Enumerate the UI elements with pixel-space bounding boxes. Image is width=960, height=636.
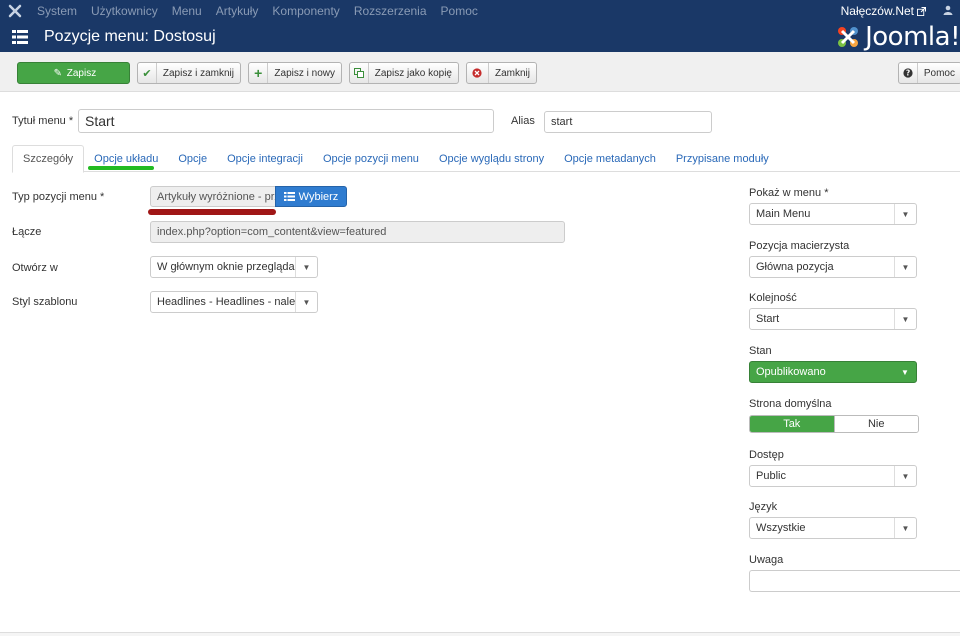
access-label: Dostęp bbox=[749, 449, 784, 461]
green-underline-marker bbox=[88, 166, 154, 170]
menu-help[interactable]: Pomoc bbox=[434, 0, 485, 22]
template-style-select[interactable]: Headlines - Headlines - nalec... ▼ bbox=[150, 291, 318, 313]
save-copy-button[interactable]: Zapisz jako kopię bbox=[349, 62, 459, 84]
menu-system[interactable]: System bbox=[30, 0, 84, 22]
order-label: Kolejność bbox=[749, 292, 797, 304]
top-menu: System Użytkownicy Menu Artykuły Kompone… bbox=[30, 0, 485, 22]
site-link[interactable]: Nałęczów.Net bbox=[841, 4, 926, 18]
list-icon bbox=[12, 30, 42, 44]
save-new-button[interactable]: + Zapisz i nowy bbox=[248, 62, 342, 84]
menu-content[interactable]: Artykuły bbox=[209, 0, 266, 22]
tab-bar: Szczegóły Opcje układu Opcje Opcje integ… bbox=[12, 145, 960, 173]
plus-icon: + bbox=[249, 63, 269, 83]
language-label: Język bbox=[749, 501, 778, 513]
note-label: Uwaga bbox=[749, 554, 784, 566]
joomla-flower-icon bbox=[838, 27, 859, 47]
caret-down-icon: ▼ bbox=[894, 257, 916, 277]
caret-down-icon: ▼ bbox=[894, 518, 916, 538]
top-navbar: System Użytkownicy Menu Artykuły Kompone… bbox=[0, 0, 960, 22]
question-icon: ? bbox=[899, 63, 918, 83]
status-select[interactable]: Opublikowano ▼ bbox=[749, 361, 917, 383]
footer-divider bbox=[0, 632, 960, 636]
tab-page-display[interactable]: Opcje wyglądu strony bbox=[429, 145, 554, 172]
target-label: Otwórz w bbox=[12, 262, 58, 274]
tab-metadata[interactable]: Opcje metadanych bbox=[554, 145, 666, 172]
caret-down-icon: ▼ bbox=[894, 466, 916, 486]
site-name: Nałęczów.Net bbox=[840, 4, 914, 18]
svg-text:?: ? bbox=[906, 69, 910, 78]
list-icon bbox=[283, 192, 295, 201]
home-label: Strona domyślna bbox=[749, 398, 832, 410]
target-select[interactable]: W głównym oknie przeglądarki ▼ bbox=[150, 256, 318, 278]
caret-down-icon: ▼ bbox=[901, 367, 909, 377]
select-type-button[interactable]: Wybierz bbox=[275, 186, 347, 207]
cancel-icon bbox=[467, 63, 489, 83]
copy-icon bbox=[350, 63, 369, 83]
tab-options[interactable]: Opcje bbox=[168, 145, 217, 172]
language-select[interactable]: Wszystkie ▼ bbox=[749, 517, 917, 539]
tab-modules[interactable]: Przypisane moduły bbox=[666, 145, 779, 172]
save-close-button[interactable]: ✔ Zapisz i zamknij bbox=[137, 62, 241, 84]
order-select[interactable]: Start ▼ bbox=[749, 308, 917, 330]
check-icon: ✔ bbox=[138, 63, 157, 83]
note-input[interactable] bbox=[749, 570, 960, 592]
parent-label: Pozycja macierzysta bbox=[749, 240, 850, 252]
help-button[interactable]: ? Pomoc bbox=[898, 62, 960, 84]
close-button[interactable]: Zamknij bbox=[466, 62, 537, 84]
link-label: Łącze bbox=[12, 226, 42, 238]
home-no-button[interactable]: Nie bbox=[833, 416, 918, 432]
page-title: Pozycje menu: Dostosuj bbox=[44, 28, 216, 45]
user-icon[interactable] bbox=[938, 5, 958, 18]
toolbar: ✎ Zapisz ✔ Zapisz i zamknij + Zapisz i n… bbox=[0, 52, 960, 92]
edit-icon: ✎ bbox=[53, 67, 62, 79]
caret-down-icon: ▼ bbox=[295, 257, 317, 277]
menu-label: Pokaż w menu * bbox=[749, 187, 829, 199]
tab-details[interactable]: Szczegóły bbox=[12, 145, 85, 173]
page-header: Pozycje menu: Dostosuj Joomla! bbox=[0, 22, 960, 52]
menu-select[interactable]: Main Menu ▼ bbox=[749, 203, 917, 225]
link-input: index.php?option=com_content&view=featur… bbox=[150, 221, 565, 243]
joomla-logo-icon[interactable] bbox=[0, 0, 30, 22]
caret-down-icon: ▼ bbox=[894, 204, 916, 224]
parent-select[interactable]: Główna pozycja ▼ bbox=[749, 256, 917, 278]
status-label: Stan bbox=[749, 345, 772, 357]
menu-users[interactable]: Użytkownicy bbox=[84, 0, 165, 22]
alias-input[interactable]: start bbox=[544, 111, 712, 133]
style-label: Styl szablonu bbox=[12, 296, 78, 308]
external-link-icon bbox=[917, 6, 926, 16]
title-input[interactable]: Start bbox=[78, 109, 494, 133]
joomla-wordmark: Joomla! bbox=[865, 22, 960, 52]
tab-link-options[interactable]: Opcje pozycji menu bbox=[313, 145, 429, 172]
access-select[interactable]: Public ▼ bbox=[749, 465, 917, 487]
type-input: Artykuły wyróżnione - przeglądanie bbox=[150, 186, 276, 207]
home-yes-button[interactable]: Tak bbox=[750, 416, 834, 432]
home-toggle: Tak Nie bbox=[749, 415, 919, 433]
menu-menus[interactable]: Menu bbox=[165, 0, 209, 22]
save-button[interactable]: ✎ Zapisz bbox=[17, 62, 130, 84]
joomla-brand-logo: Joomla! bbox=[833, 22, 960, 52]
caret-down-icon: ▼ bbox=[894, 309, 916, 329]
tab-integration[interactable]: Opcje integracji bbox=[217, 145, 313, 172]
caret-down-icon: ▼ bbox=[295, 292, 317, 312]
alias-label: Alias bbox=[511, 115, 535, 127]
menu-components[interactable]: Komponenty bbox=[265, 0, 346, 22]
title-label: Tytuł menu * bbox=[12, 115, 74, 127]
red-underline-marker bbox=[148, 209, 276, 215]
menu-extensions[interactable]: Rozszerzenia bbox=[347, 0, 434, 22]
type-label: Typ pozycji menu * bbox=[12, 191, 105, 203]
